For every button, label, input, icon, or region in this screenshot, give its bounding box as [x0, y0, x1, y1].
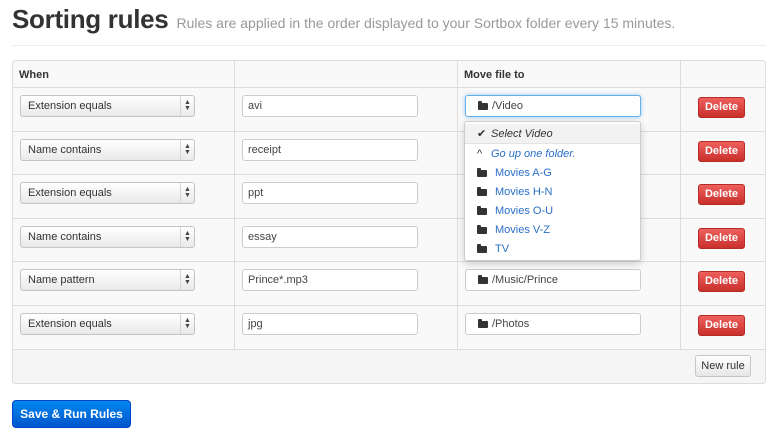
folder-icon — [478, 101, 488, 110]
folder-dropdown: ✔ Select Video ^ Go up one folder. Movies … — [464, 121, 641, 261]
folder-icon — [477, 244, 487, 253]
folder-icon — [477, 225, 487, 234]
destination-folder-field[interactable]: /Photos — [465, 313, 641, 335]
dropdown-folder-label: TV — [495, 243, 510, 255]
destination-path: /Photos — [492, 318, 530, 330]
header-divider — [12, 45, 766, 46]
rule-value-input[interactable]: essay — [242, 226, 418, 248]
dropdown-up-label: Go up one folder. — [491, 148, 576, 160]
rule-row: Extension equals ▲ ▼ ppt Delete — [13, 174, 765, 217]
condition-select[interactable]: Name contains ▲ ▼ — [20, 226, 195, 248]
column-divider — [234, 61, 235, 349]
dropdown-folder-item[interactable]: Movies O-U — [465, 201, 640, 221]
dropdown-folder-label: Movies V-Z — [495, 224, 551, 236]
column-divider — [457, 61, 458, 349]
folder-icon — [477, 187, 487, 196]
select-arrows-icon: ▲ ▼ — [180, 183, 194, 203]
rule-row: Name contains ▲ ▼ essay Delete — [13, 218, 765, 261]
page-header: Sorting rules Rules are applied in the o… — [12, 4, 675, 42]
condition-select-value: Extension equals — [28, 187, 112, 199]
dropdown-folder-label: Movies A-G — [495, 167, 552, 179]
save-and-run-rules-button[interactable]: Save & Run Rules — [12, 400, 131, 428]
dropdown-go-up-folder[interactable]: ^ Go up one folder. — [465, 144, 640, 164]
select-arrows-icon: ▲ ▼ — [180, 227, 194, 247]
dropdown-folder-item[interactable]: Movies V-Z — [465, 220, 640, 240]
condition-select[interactable]: Name pattern ▲ ▼ — [20, 269, 195, 291]
delete-rule-button[interactable]: Delete — [698, 271, 745, 292]
folder-icon — [478, 319, 488, 328]
table-footer: New rule — [13, 349, 765, 383]
dropdown-select-label: Select Video — [491, 128, 553, 140]
page-title: Sorting rules — [12, 4, 169, 34]
dropdown-folder-item[interactable]: Movies A-G — [465, 163, 640, 183]
dropdown-select-current-folder[interactable]: ✔ Select Video — [465, 124, 640, 144]
condition-select-value: Extension equals — [28, 318, 112, 330]
folder-icon — [478, 275, 488, 284]
condition-select-value: Name contains — [28, 231, 102, 243]
condition-select[interactable]: Name contains ▲ ▼ — [20, 139, 195, 161]
rule-value-input[interactable]: avi — [242, 95, 418, 117]
rule-value-input[interactable]: jpg — [242, 313, 418, 335]
delete-rule-button[interactable]: Delete — [698, 315, 745, 336]
chevron-up-icon: ^ — [477, 148, 483, 160]
delete-rule-button[interactable]: Delete — [698, 141, 745, 162]
new-rule-button[interactable]: New rule — [695, 355, 751, 377]
rule-row: Name pattern ▲ ▼ Prince*.mp3 /Music/Prince… — [13, 261, 765, 304]
condition-select-value: Name pattern — [28, 274, 95, 286]
destination-folder-field[interactable]: /Music/Prince — [465, 269, 641, 291]
checkmark-icon: ✔ — [477, 128, 487, 140]
column-header-move-file-to: Move file to — [464, 69, 525, 81]
dropdown-folder-label: Movies H-N — [495, 186, 553, 198]
rule-value-input[interactable]: receipt — [242, 139, 418, 161]
folder-icon — [477, 168, 487, 177]
page-subtitle: Rules are applied in the order displayed… — [176, 15, 676, 31]
rule-value-input[interactable]: Prince*.mp3 — [242, 269, 418, 291]
condition-select-value: Extension equals — [28, 100, 112, 112]
destination-path: /Music/Prince — [492, 274, 559, 286]
column-header-when: When — [19, 69, 49, 81]
folder-icon — [477, 206, 487, 215]
select-arrows-icon: ▲ ▼ — [180, 314, 194, 334]
rule-row: Extension equals ▲ ▼ avi /Video Delete — [13, 87, 765, 130]
condition-select[interactable]: Extension equals ▲ ▼ — [20, 95, 195, 117]
select-arrows-icon: ▲ ▼ — [180, 96, 194, 116]
delete-rule-button[interactable]: Delete — [698, 97, 745, 118]
rule-row: Extension equals ▲ ▼ jpg /Photos Delete — [13, 305, 765, 348]
destination-path: /Video — [492, 100, 523, 112]
delete-rule-button[interactable]: Delete — [698, 184, 745, 205]
select-arrows-icon: ▲ ▼ — [180, 140, 194, 160]
rules-table: When Move file to Extension equals ▲ ▼ avi… — [12, 60, 766, 384]
delete-rule-button[interactable]: Delete — [698, 228, 745, 249]
destination-folder-field[interactable]: /Video — [465, 95, 641, 117]
rule-row: Name contains ▲ ▼ receipt Delete — [13, 131, 765, 174]
dropdown-folder-label: Movies O-U — [495, 205, 554, 217]
column-divider — [680, 61, 681, 349]
dropdown-folder-item[interactable]: Movies H-N — [465, 182, 640, 202]
rule-value-input[interactable]: ppt — [242, 182, 418, 204]
select-arrows-icon: ▲ ▼ — [180, 270, 194, 290]
condition-select[interactable]: Extension equals ▲ ▼ — [20, 182, 195, 204]
condition-select-value: Name contains — [28, 144, 102, 156]
condition-select[interactable]: Extension equals ▲ ▼ — [20, 313, 195, 335]
dropdown-folder-item[interactable]: TV — [465, 239, 640, 259]
